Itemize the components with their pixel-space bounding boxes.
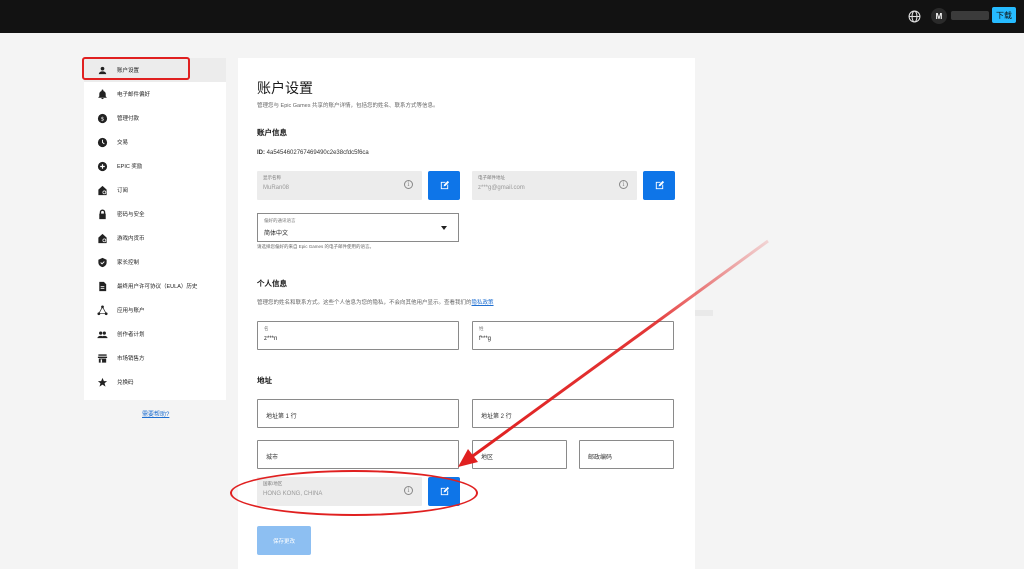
last-name-value: f***g: [479, 336, 492, 342]
shield-icon: [96, 256, 108, 268]
sidebar-item-apps-accounts[interactable]: 应用与账户: [84, 298, 226, 322]
coin-icon: [96, 232, 108, 244]
id-label: ID:: [257, 150, 265, 156]
city-input[interactable]: 城市: [257, 440, 459, 469]
region-placeholder: 地区: [481, 455, 494, 461]
last-name-label: 姓: [479, 326, 484, 331]
postal-code-placeholder: 邮政编码: [588, 455, 613, 461]
first-name-label: 名: [264, 326, 269, 331]
sidebar-item-label: 管理付款: [117, 116, 140, 122]
email-value: z***g@gmail.com: [478, 185, 525, 191]
email-field: 电子邮件地址 z***g@gmail.com i: [472, 171, 637, 200]
edit-email-button[interactable]: [643, 171, 675, 200]
region-input[interactable]: 地区: [472, 440, 567, 469]
chevron-down-icon: [441, 226, 447, 230]
sidebar-item-label: 市场销售方: [117, 356, 145, 362]
settings-sidebar: 账户设置 电子邮件偏好 $ 管理付款 交易 EPIC 奖励 订阅 密码与安全 游…: [84, 58, 226, 400]
store-icon: [96, 352, 108, 364]
language-value: 简体中文: [264, 231, 289, 237]
sidebar-item-password-security[interactable]: 密码与安全: [84, 202, 226, 226]
sidebar-item-label: 最终用户许可协议（EULA）历史: [117, 284, 198, 290]
last-name-field[interactable]: 姓 f***g: [472, 321, 674, 350]
email-label: 电子邮件地址: [478, 175, 505, 180]
edit-icon: [655, 180, 664, 190]
sidebar-item-label: 兑换码: [117, 380, 134, 386]
sidebar-item-label: 应用与账户: [117, 308, 145, 314]
username-redacted: [951, 11, 989, 20]
sidebar-item-label: 创作者计划: [117, 332, 145, 338]
privacy-policy-link[interactable]: 隐私政策: [472, 300, 494, 306]
side-handle: [695, 310, 713, 316]
sidebar-item-eula-history[interactable]: 最终用户许可协议（EULA）历史: [84, 274, 226, 298]
language-label: 偏好的通讯语言: [264, 218, 296, 223]
help-link[interactable]: 需要帮助?: [142, 409, 169, 418]
sidebar-item-parental-controls[interactable]: 家长控制: [84, 250, 226, 274]
avatar[interactable]: M: [931, 8, 947, 24]
address-line2-input[interactable]: 地址第 2 行: [472, 399, 674, 428]
dollar-icon: $: [96, 112, 108, 124]
address-line1-input[interactable]: 地址第 1 行: [257, 399, 459, 428]
plus-circle-icon: [96, 160, 108, 172]
top-bar: M 下载: [0, 0, 1024, 33]
svg-text:$: $: [100, 116, 104, 122]
clock-icon: [96, 136, 108, 148]
lock-icon: [96, 208, 108, 220]
personal-info-description: 管理您的姓名和联系方式。这些个人信息为您的隐私，不会向其他用户显示。查看我们的隐…: [257, 298, 494, 306]
annotation-ellipse: [230, 470, 478, 516]
city-placeholder: 城市: [266, 455, 279, 461]
sidebar-item-transactions[interactable]: 交易: [84, 130, 226, 154]
address-line2-placeholder: 地址第 2 行: [481, 414, 512, 420]
people-icon: [96, 328, 108, 340]
first-name-field[interactable]: 名 z***n: [257, 321, 459, 350]
account-info-heading: 账户信息: [257, 128, 287, 137]
sidebar-item-label: 电子邮件偏好: [117, 92, 151, 98]
account-id: ID: 4a5454602767469490c2e38cfdc5f6ca: [257, 150, 369, 156]
subscription-icon: [96, 184, 108, 196]
save-changes-button[interactable]: 保存更改: [257, 526, 311, 555]
sidebar-item-label: 密码与安全: [117, 212, 145, 218]
edit-display-name-button[interactable]: [428, 171, 460, 200]
sidebar-item-label: 交易: [117, 140, 129, 146]
personal-info-heading: 个人信息: [257, 279, 287, 288]
apps-icon: [96, 304, 108, 316]
display-name-label: 显示名称: [263, 175, 281, 180]
page-title: 账户设置: [257, 80, 313, 96]
star-icon: [96, 376, 108, 388]
first-name-value: z***n: [264, 336, 278, 342]
sidebar-item-label: 订阅: [117, 188, 129, 194]
annotation-highlight-box: [82, 57, 190, 80]
info-icon[interactable]: i: [404, 180, 413, 189]
edit-icon: [440, 180, 449, 190]
id-value: 4a5454602767469490c2e38cfdc5f6ca: [266, 150, 369, 156]
globe-icon[interactable]: [908, 10, 921, 23]
sidebar-item-redeem-code[interactable]: 兑换码: [84, 370, 226, 394]
document-icon: [96, 280, 108, 292]
address-line1-placeholder: 地址第 1 行: [266, 414, 297, 420]
language-hint: 请选择您偏好的来自 Epic Games 的电子邮件使用的语言。: [257, 244, 375, 249]
sidebar-item-label: 家长控制: [117, 260, 140, 266]
sidebar-item-email-preferences[interactable]: 电子邮件偏好: [84, 82, 226, 106]
language-select[interactable]: 偏好的通讯语言 简体中文: [257, 213, 459, 242]
sidebar-item-creator-program[interactable]: 创作者计划: [84, 322, 226, 346]
page-description: 管理您与 Epic Games 共享的账户详情，包括您的姓名、联系方式等信息。: [257, 103, 439, 109]
sidebar-item-marketplace-seller[interactable]: 市场销售方: [84, 346, 226, 370]
sidebar-item-in-game-currency[interactable]: 游戏内货币: [84, 226, 226, 250]
display-name-field: 显示名称 MuRan08 i: [257, 171, 422, 200]
info-icon[interactable]: i: [619, 180, 628, 189]
sidebar-item-epic-rewards[interactable]: EPIC 奖励: [84, 154, 226, 178]
display-name-value: MuRan08: [263, 185, 290, 191]
download-button[interactable]: 下载: [992, 7, 1016, 23]
personal-desc-text: 管理您的姓名和联系方式。这些个人信息为您的隐私，不会向其他用户显示。查看我们的: [257, 300, 472, 306]
sidebar-item-subscriptions[interactable]: 订阅: [84, 178, 226, 202]
sidebar-item-payment[interactable]: $ 管理付款: [84, 106, 226, 130]
address-heading: 地址: [257, 376, 272, 385]
sidebar-item-label: EPIC 奖励: [117, 164, 143, 170]
postal-code-input[interactable]: 邮政编码: [579, 440, 674, 469]
bell-icon: [96, 88, 108, 100]
sidebar-item-label: 游戏内货币: [117, 236, 145, 242]
